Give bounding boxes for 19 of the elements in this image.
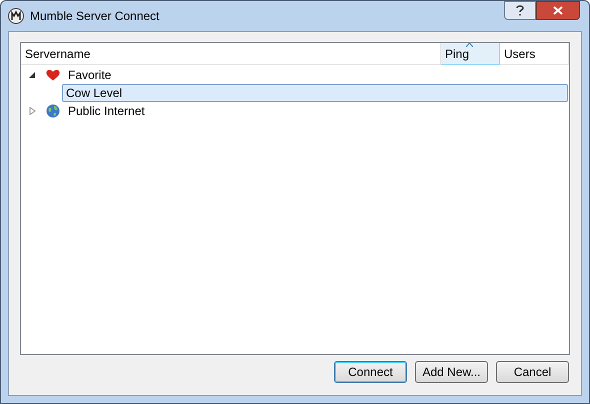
column-header[interactable]: Servername <box>21 43 441 65</box>
help-button[interactable] <box>504 1 536 20</box>
heart-icon <box>46 69 60 81</box>
expand-arrow-icon[interactable] <box>28 107 36 115</box>
tree-item[interactable]: Cow Level <box>62 84 568 102</box>
tree-item[interactable]: Favorite <box>64 66 116 84</box>
dialog-button[interactable]: Connect <box>334 361 407 383</box>
window-title: Mumble Server Connect <box>30 8 160 25</box>
collapse-arrow-icon[interactable] <box>28 71 36 79</box>
close-button[interactable] <box>536 1 580 20</box>
globe-icon <box>46 104 60 118</box>
column-header[interactable]: Users <box>500 43 569 65</box>
column-header[interactable]: Ping <box>441 43 500 65</box>
help-icon <box>516 5 524 16</box>
dialog-button[interactable]: Cancel <box>496 361 569 383</box>
tree-item[interactable]: Public Internet <box>64 102 149 120</box>
app-logo-icon <box>8 8 24 24</box>
close-icon <box>553 6 563 15</box>
dialog-button[interactable]: Add New... <box>415 361 488 383</box>
